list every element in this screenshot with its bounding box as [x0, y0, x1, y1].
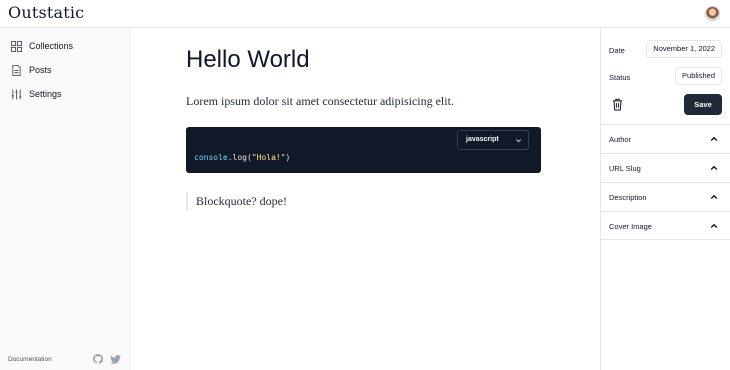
trash-icon[interactable]: [612, 98, 623, 111]
twitter-icon[interactable]: [110, 355, 121, 364]
blockquote[interactable]: Blockquote? dope!: [186, 192, 287, 210]
chevron-down-icon: [516, 139, 521, 143]
document-icon: [12, 64, 21, 76]
section-label: Description: [609, 193, 647, 202]
user-avatar[interactable]: [705, 6, 720, 21]
code-token-method: .log(: [227, 153, 252, 162]
app-logo[interactable]: Outstatic: [8, 3, 84, 22]
documentation-link[interactable]: Documentation: [8, 356, 52, 363]
section-label: Author: [609, 135, 632, 144]
sidebar-item-label: Settings: [29, 89, 62, 99]
section-label: URL Slug: [609, 164, 641, 173]
language-select-value: javascript: [466, 136, 499, 143]
section-url-slug[interactable]: URL Slug: [601, 153, 730, 182]
status-select[interactable]: Published: [675, 67, 722, 85]
chevron-up-icon: [710, 136, 718, 141]
post-title[interactable]: Hello World: [186, 46, 310, 74]
chevron-up-icon: [710, 165, 718, 170]
grid-icon: [11, 40, 22, 52]
date-label: Date: [609, 46, 625, 55]
chevron-up-icon: [710, 223, 718, 228]
sidebar-item-posts[interactable]: Posts: [11, 62, 52, 78]
sidebar: Collections Posts Settings Documentation: [0, 28, 130, 370]
section-label: Cover Image: [609, 222, 652, 231]
chevron-up-icon: [710, 194, 718, 199]
section-author[interactable]: Author: [601, 124, 730, 153]
code-token-object: console: [194, 153, 228, 162]
language-select[interactable]: javascript: [457, 130, 529, 150]
sidebar-item-label: Collections: [29, 41, 74, 51]
editor-area[interactable]: Hello World Lorem ipsum dolor sit amet c…: [131, 28, 600, 370]
top-bar: Outstatic: [0, 0, 730, 28]
post-settings-panel: Date November 1, 2022 Status Published S…: [600, 28, 730, 370]
code-block[interactable]: javascript console.log("Hola!"): [186, 127, 541, 173]
sliders-icon: [11, 88, 22, 100]
save-button[interactable]: Save: [684, 94, 722, 115]
code-line[interactable]: console.log("Hola!"): [194, 153, 290, 162]
sidebar-item-collections[interactable]: Collections: [11, 38, 73, 54]
sidebar-footer: Documentation: [0, 352, 130, 370]
github-icon[interactable]: [93, 354, 103, 364]
section-cover-image[interactable]: Cover Image: [601, 211, 730, 240]
code-token-string: "Hola!": [251, 153, 286, 162]
sidebar-item-label: Posts: [29, 65, 52, 75]
date-input[interactable]: November 1, 2022: [646, 40, 722, 58]
section-description[interactable]: Description: [601, 182, 730, 211]
status-label: Status: [609, 73, 631, 82]
sidebar-item-settings[interactable]: Settings: [11, 86, 62, 102]
code-token-close: ): [285, 153, 291, 162]
post-paragraph[interactable]: Lorem ipsum dolor sit amet consectetur a…: [186, 94, 454, 109]
